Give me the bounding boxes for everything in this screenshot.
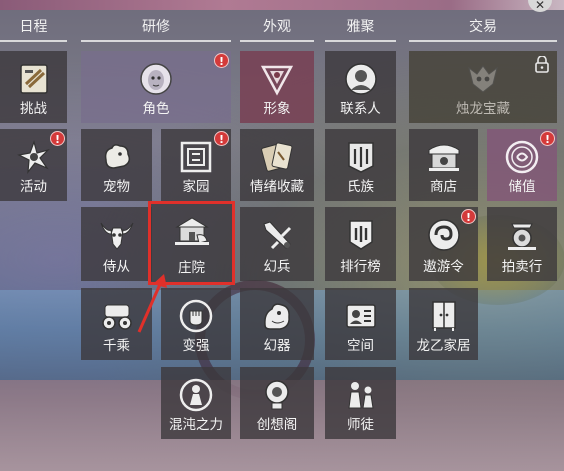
- header-trade: 交易: [469, 19, 497, 35]
- gate-icon: [177, 138, 215, 176]
- beast-icon: [258, 297, 296, 335]
- clan-banner-icon: [342, 138, 380, 176]
- header-line: [240, 40, 314, 42]
- vehicle-icon: [98, 297, 136, 335]
- emblem-icon: [258, 60, 296, 98]
- header-line: [409, 40, 557, 42]
- tile-label: 联系人: [340, 101, 381, 117]
- tile-mentor[interactable]: 师徒: [325, 367, 396, 439]
- tile-character[interactable]: 角色 !: [81, 51, 231, 123]
- lightbulb-icon: [258, 376, 296, 414]
- header-line: [325, 40, 396, 42]
- pet-icon: [98, 138, 136, 176]
- id-card-icon: [342, 297, 380, 335]
- tile-space[interactable]: 空间: [325, 288, 396, 360]
- tile-home[interactable]: 家园 !: [161, 129, 231, 201]
- header-line: [81, 40, 231, 42]
- tile-label: 幻器: [263, 338, 291, 354]
- tile-clan[interactable]: 氏族: [325, 129, 396, 201]
- header-line: [0, 40, 67, 42]
- contact-face-icon: [342, 60, 380, 98]
- tile-dragon-treasure[interactable]: 烛龙宝藏: [409, 51, 557, 123]
- tile-recharge[interactable]: 储值 !: [487, 129, 557, 201]
- tile-label: 千乘: [103, 338, 130, 354]
- tile-shop[interactable]: 商店: [409, 129, 478, 201]
- tile-label: 形象: [263, 101, 291, 117]
- tile-label: 家园: [182, 179, 210, 195]
- tile-label: 储值: [508, 179, 536, 195]
- tile-label: 角色: [142, 101, 170, 117]
- tile-attendant[interactable]: 侍从: [81, 207, 152, 281]
- notification-badge: !: [214, 131, 229, 146]
- shop-stall-icon: [425, 138, 463, 176]
- tile-leaderboard[interactable]: 排行榜: [325, 207, 396, 281]
- tile-chaos-power[interactable]: 混沌之力: [161, 367, 231, 439]
- tile-label: 龙乙家居: [416, 338, 471, 354]
- tile-label: 氏族: [347, 179, 374, 195]
- tile-label: 幻兵: [263, 259, 291, 275]
- tile-label: 排行榜: [340, 259, 381, 275]
- tile-phantom-artifact[interactable]: 幻器: [240, 288, 314, 360]
- tile-travel-token[interactable]: 遨游令 !: [409, 207, 478, 281]
- tile-dragon-home[interactable]: 龙乙家居: [409, 288, 478, 360]
- tile-label: 空间: [347, 338, 374, 354]
- dragon-skull-icon: [464, 60, 502, 98]
- swirl-token-icon: [425, 216, 463, 254]
- tile-label: 遨游令: [423, 259, 464, 275]
- scroll-icon: [15, 60, 53, 98]
- notification-badge: !: [540, 131, 555, 146]
- tile-label: 挑战: [20, 101, 47, 117]
- header-appearance: 外观: [263, 19, 291, 35]
- tile-label: 创想阁: [256, 417, 298, 433]
- tile-label: 宠物: [103, 179, 130, 195]
- master-student-icon: [342, 376, 380, 414]
- cards-icon: [258, 138, 296, 176]
- tile-label: 变强: [182, 338, 210, 354]
- lock-icon: [535, 55, 549, 73]
- tile-label: 情绪收藏: [250, 179, 304, 195]
- fist-icon: [177, 297, 215, 335]
- close-icon[interactable]: ✕: [528, 0, 552, 12]
- header-training: 研修: [142, 19, 170, 35]
- tile-auction[interactable]: 拍卖行: [487, 207, 557, 281]
- tile-strengthen[interactable]: 变强: [161, 288, 231, 360]
- mask-face-icon: [137, 60, 175, 98]
- tile-label: 活动: [20, 179, 47, 195]
- header-gathering: 雅聚: [346, 19, 375, 35]
- figure-icon: [177, 376, 215, 414]
- tile-label: 烛龙宝藏: [456, 101, 510, 117]
- top-bar: [0, 0, 564, 10]
- tile-label: 师徒: [347, 417, 374, 433]
- star-burst-icon: [15, 138, 53, 176]
- banner-icon: [342, 216, 380, 254]
- wardrobe-icon: [425, 297, 463, 335]
- tile-phantom-weapon[interactable]: 幻兵: [240, 207, 314, 281]
- weapon-icon: [258, 216, 296, 254]
- tile-label: 商店: [430, 179, 457, 195]
- bull-skull-icon: [98, 216, 136, 254]
- tile-pet[interactable]: 宠物: [81, 129, 152, 201]
- notification-badge: !: [50, 131, 65, 146]
- coin-icon: [503, 138, 541, 176]
- tile-activity[interactable]: 活动 !: [0, 129, 67, 201]
- tile-image[interactable]: 形象: [240, 51, 314, 123]
- notification-badge: !: [461, 209, 476, 224]
- tile-contacts[interactable]: 联系人: [325, 51, 396, 123]
- auction-bell-icon: [503, 216, 541, 254]
- tile-challenge[interactable]: 挑战: [0, 51, 67, 123]
- tile-creation-pavilion[interactable]: 创想阁: [240, 367, 314, 439]
- arrow-icon: [137, 274, 167, 333]
- notification-badge: !: [214, 53, 229, 68]
- tile-label: 混沌之力: [169, 417, 223, 433]
- header-schedule: 日程: [19, 19, 48, 35]
- tile-emotion-collection[interactable]: 情绪收藏: [240, 129, 314, 201]
- tile-label: 拍卖行: [501, 259, 543, 275]
